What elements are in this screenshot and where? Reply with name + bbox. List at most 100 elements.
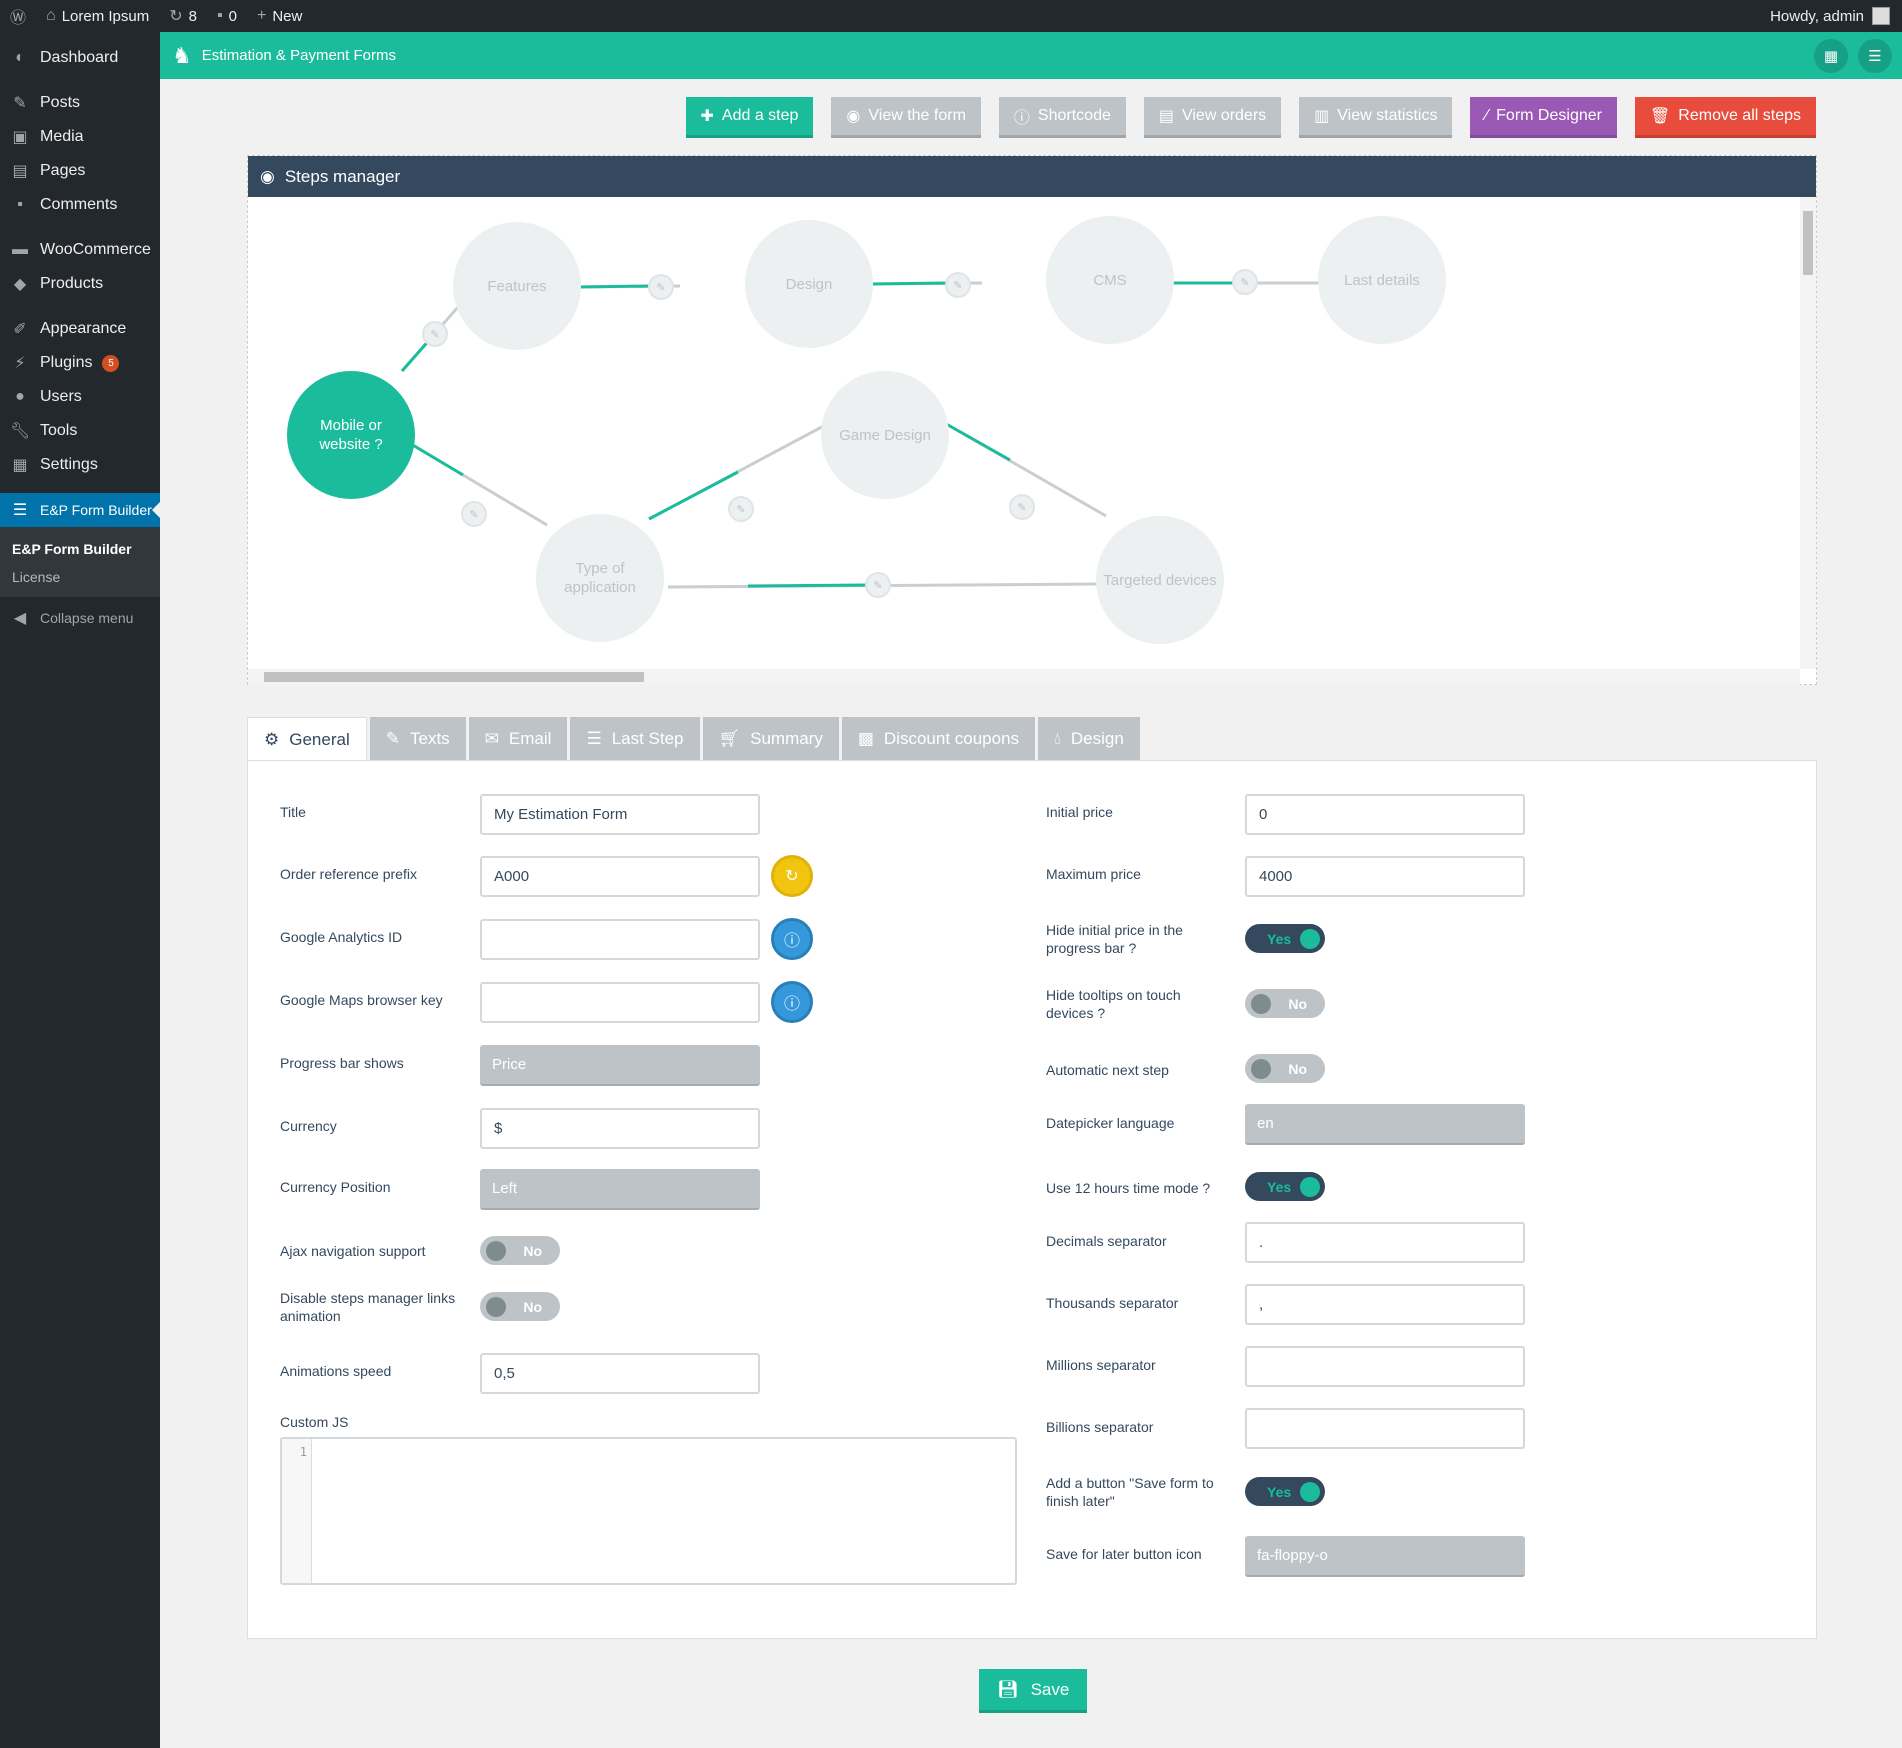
link-edit-button[interactable]: ✎ (865, 572, 891, 598)
link-edit-button[interactable]: ✎ (728, 496, 754, 522)
sidebar-item-settings[interactable]: ▦ Settings (0, 448, 160, 482)
sidebar-label: Pages (40, 162, 86, 179)
horizontal-scrollbar[interactable] (248, 669, 1800, 685)
automatic-next-step-toggle[interactable]: No (1245, 1054, 1325, 1083)
site-name-link[interactable]: ⌂ Lorem Ipsum (36, 0, 159, 32)
disable-animation-toggle[interactable]: No (480, 1292, 560, 1321)
step-node-type-of-application[interactable]: Type of application (536, 514, 664, 642)
save-button[interactable]: 💾︎ Save (979, 1669, 1088, 1713)
title-input[interactable]: My Estimation Form (480, 794, 760, 835)
step-node-targeted-devices[interactable]: Targeted devices (1096, 516, 1224, 644)
order-prefix-input[interactable]: A000 (480, 856, 760, 897)
google-analytics-info-button[interactable]: ⓘ (771, 918, 813, 960)
sidebar-item-tools[interactable]: 🔧︎ Tools (0, 414, 160, 448)
maximum-price-input[interactable]: 4000 (1245, 856, 1525, 897)
animation-speed-input[interactable]: 0,5 (480, 1353, 760, 1394)
hide-tooltips-toggle[interactable]: No (1245, 989, 1325, 1018)
submenu-item-ep-form-builder[interactable]: E&P Form Builder (0, 535, 160, 563)
hide-initial-price-toggle[interactable]: Yes (1245, 924, 1325, 953)
collapse-menu-button[interactable]: ◀ Collapse menu (0, 601, 160, 635)
comments-link[interactable]: ▪ 0 (207, 0, 247, 32)
save-later-toggle[interactable]: Yes (1245, 1477, 1325, 1506)
sidebar-item-comments[interactable]: ▪ Comments (0, 188, 160, 222)
google-maps-key-input[interactable] (480, 982, 760, 1023)
updates-count: 8 (188, 7, 197, 25)
sidebar-item-plugins[interactable]: ⚡ Plugins 5 (0, 346, 160, 380)
scroll-thumb[interactable] (1803, 211, 1813, 275)
tab-general[interactable]: ⚙ General (247, 717, 367, 761)
sidebar-item-users[interactable]: ● Users (0, 380, 160, 414)
tab-last-step[interactable]: ☰ Last Step (570, 717, 700, 761)
shortcode-button[interactable]: ⓘ Shortcode (998, 97, 1126, 138)
list-icon: ☰ (586, 729, 602, 748)
sidebar-item-products[interactable]: ◆ Products (0, 267, 160, 301)
view-orders-button[interactable]: ▤ View orders (1143, 97, 1282, 138)
remove-all-steps-button[interactable]: 🗑︎ Remove all steps (1634, 97, 1816, 138)
billions-separator-input[interactable] (1245, 1408, 1525, 1449)
link-edit-button[interactable]: ✎ (1232, 269, 1258, 295)
decimals-separator-input[interactable]: . (1245, 1222, 1525, 1263)
submenu-item-license[interactable]: License (0, 563, 160, 591)
sidebar-item-appearance[interactable]: ✐ Appearance (0, 312, 160, 346)
tab-texts[interactable]: ✎ Texts (369, 717, 466, 761)
new-content-link[interactable]: + New (247, 0, 312, 32)
plus-icon: ✚ (700, 108, 714, 125)
link-edit-button[interactable]: ✎ (461, 501, 487, 527)
ajax-navigation-toggle[interactable]: No (480, 1236, 560, 1265)
sidebar-item-ep-form-builder[interactable]: ☰ E&P Form Builder (0, 493, 160, 527)
envelope-icon: ✉ (484, 729, 499, 748)
list-button[interactable]: ☰ (1858, 38, 1892, 73)
generate-prefix-button[interactable]: ↻ (771, 855, 813, 897)
hide-tooltips-label: Hide tooltips on touch devices ? (1046, 987, 1181, 1021)
calendar-button[interactable]: ▦ (1814, 38, 1848, 73)
currency-input[interactable]: $ (480, 1108, 760, 1149)
currency-position-select[interactable]: Left (480, 1169, 760, 1210)
millions-separator-input[interactable] (1245, 1346, 1525, 1387)
tab-design[interactable]: 💧︎ Design (1038, 717, 1140, 761)
sidebar-item-dashboard[interactable]: ◐ Dashboard (0, 41, 160, 75)
wordpress-logo[interactable]: Ⓦ (0, 0, 36, 32)
step-node-design[interactable]: Design (745, 220, 873, 348)
tab-summary[interactable]: 🛒︎ Summary (702, 717, 839, 761)
sidebar-item-posts[interactable]: ✎ Posts (0, 86, 160, 120)
tab-discount-coupons[interactable]: ▩ Discount coupons (841, 717, 1036, 761)
step-node-start[interactable]: Mobile or website ? (287, 371, 415, 499)
view-form-button[interactable]: ◉ View the form (831, 97, 981, 138)
form-designer-button[interactable]: ⁄ Form Designer (1470, 97, 1617, 138)
step-node-features[interactable]: Features (453, 222, 581, 350)
google-maps-info-button[interactable]: ⓘ (771, 981, 813, 1023)
add-step-button[interactable]: ✚ Add a step (685, 97, 814, 138)
vertical-scrollbar[interactable] (1800, 197, 1816, 669)
step-label: Mobile or website ? (319, 417, 383, 453)
new-label: New (272, 7, 303, 25)
sidebar-item-woocommerce[interactable]: ▬ WooCommerce (0, 233, 160, 267)
info-icon: ⓘ (1013, 110, 1030, 127)
updates-link[interactable]: ↻ 8 (159, 0, 207, 32)
datepicker-language-select[interactable]: en (1245, 1104, 1525, 1145)
view-statistics-button[interactable]: ▥ View statistics (1299, 97, 1453, 138)
sidebar-item-pages[interactable]: ▤ Pages (0, 154, 160, 188)
plugin-icon: ⚡ (14, 355, 26, 372)
refresh-icon: ↻ (169, 8, 183, 25)
pencil-icon: ✎ (736, 503, 746, 516)
scroll-thumb[interactable] (264, 672, 644, 682)
initial-price-input[interactable]: 0 (1245, 794, 1525, 835)
tab-email[interactable]: ✉ Email (468, 717, 568, 761)
thousands-separator-input[interactable]: , (1245, 1284, 1525, 1325)
google-analytics-input[interactable] (480, 919, 760, 960)
link-edit-button[interactable]: ✎ (945, 272, 971, 298)
custom-js-editor[interactable]: 1 (280, 1437, 1017, 1585)
link-edit-button[interactable]: ✎ (648, 274, 674, 300)
step-node-last-details[interactable]: Last details (1318, 216, 1446, 344)
sidebar-item-media[interactable]: ▣ Media (0, 120, 160, 154)
account-menu[interactable]: Howdy, admin (1770, 7, 1902, 25)
save-later-icon-select[interactable]: fa-floppy-o (1245, 1536, 1525, 1577)
steps-canvas[interactable]: Features Design CMS Last details Mobile … (248, 197, 1816, 685)
link-edit-button[interactable]: ✎ (1009, 494, 1035, 520)
step-node-game-design[interactable]: Game Design (821, 371, 949, 499)
box-icon: ◆ (13, 276, 27, 293)
progress-bar-select[interactable]: Price (480, 1045, 760, 1086)
step-node-cms[interactable]: CMS (1046, 216, 1174, 344)
12-hour-mode-toggle[interactable]: Yes (1245, 1172, 1325, 1201)
link-edit-button[interactable]: ✎ (422, 321, 448, 347)
